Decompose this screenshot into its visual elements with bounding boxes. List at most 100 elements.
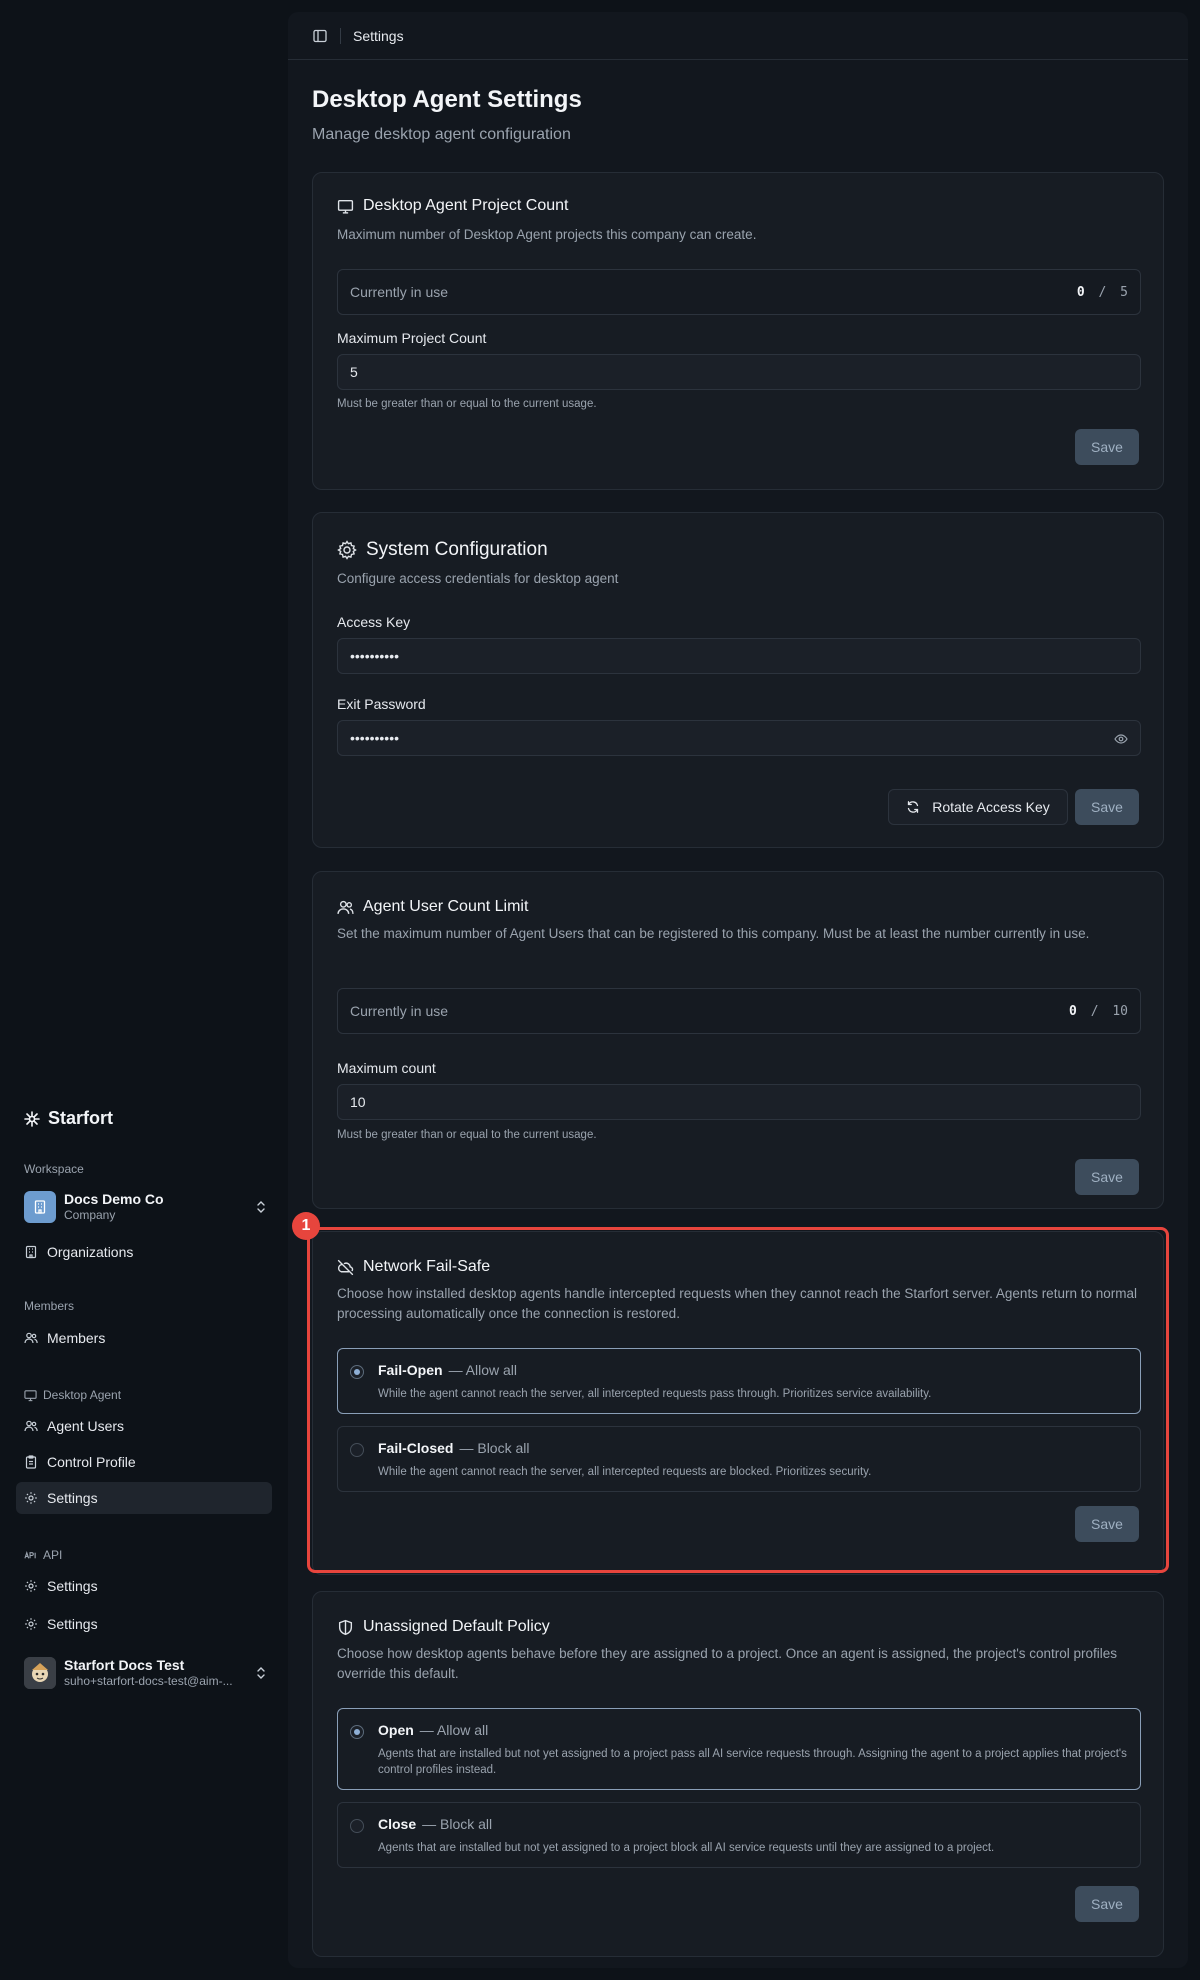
field-hint: Must be greater than or equal to the cur… (337, 398, 597, 410)
usage-max: 5 (1120, 284, 1128, 300)
save-button[interactable]: Save (1075, 1159, 1139, 1195)
sidebar-item-label: Settings (47, 1616, 98, 1632)
sidebar-item-settings[interactable]: Settings (16, 1482, 272, 1514)
sidebar-item-api-settings[interactable]: Settings (16, 1570, 272, 1602)
step-badge: 1 (292, 1212, 320, 1240)
api-icon (24, 1550, 36, 1558)
close-option[interactable]: Close — Block all Agents that are install… (337, 1802, 1141, 1868)
field-label: Maximum Project Count (337, 330, 487, 346)
option-suffix: — Allow all (419, 1722, 489, 1738)
field-hint: Must be greater than or equal to the cur… (337, 1129, 597, 1141)
clipboard-icon (25, 1455, 37, 1469)
users-icon (24, 1332, 38, 1344)
max-project-count-input[interactable]: 5 (337, 354, 1141, 390)
card-title-text: Unassigned Default Policy (363, 1618, 550, 1635)
option-name: Close (378, 1816, 417, 1832)
brand[interactable]: Starfort (24, 1108, 113, 1129)
workspace-label: Workspace (24, 1162, 84, 1176)
exit-password-field[interactable]: •••••••••• (337, 720, 1141, 756)
sidebar-toggle-icon[interactable] (312, 28, 328, 44)
card-title: Agent User Count Limit (337, 898, 528, 916)
card-title: System Configuration (337, 539, 548, 561)
input-value: •••••••••• (350, 730, 400, 746)
sidebar-item-label: Settings (47, 1578, 98, 1594)
field-label: Exit Password (337, 696, 426, 712)
input-value: 10 (350, 1094, 366, 1110)
option-heading: Open — Allow all (378, 1722, 488, 1738)
page-subtitle: Manage desktop agent configuration (312, 126, 571, 143)
workspace-type: Company (64, 1208, 116, 1222)
button-label: Rotate Access Key (932, 799, 1050, 815)
breadcrumb: Settings (353, 27, 404, 44)
group-label-text: API (43, 1548, 63, 1562)
save-button[interactable]: Save (1075, 429, 1139, 465)
option-heading: Close — Block all (378, 1816, 492, 1832)
option-description: Agents that are installed but not yet as… (378, 1842, 995, 1854)
access-key-field[interactable]: •••••••••• (337, 638, 1141, 674)
users-icon (337, 900, 354, 914)
sidebar: Starfort Workspace Docs Demo Co Company … (0, 0, 288, 1980)
sidebar-item-label: Control Profile (47, 1454, 136, 1470)
sidebar-item-control-profile[interactable]: Control Profile (16, 1446, 272, 1478)
sidebar-item-members[interactable]: Members (16, 1322, 272, 1354)
gear-icon (25, 1492, 37, 1504)
user-email: suho+starfort-docs-test@aim-... (64, 1674, 233, 1688)
usage-max: 10 (1112, 1003, 1128, 1019)
usage-separator: / (1098, 284, 1107, 300)
card-title-text: Desktop Agent Project Count (363, 197, 569, 214)
gear-icon (25, 1580, 37, 1592)
radio-button[interactable] (350, 1819, 364, 1833)
option-suffix: — Block all (422, 1816, 493, 1832)
usage-current: 0 (1076, 284, 1085, 300)
divider (340, 27, 341, 44)
user-menu[interactable]: Starfort Docs Test suho+starfort-docs-te… (24, 1656, 268, 1690)
agent-user-limit-card: Agent User Count Limit Set the maximum n… (312, 871, 1164, 1209)
workspace-switcher[interactable]: Docs Demo Co Company (24, 1190, 268, 1224)
sidebar-item-organizations[interactable]: Organizations (16, 1236, 272, 1268)
building-icon (25, 1245, 37, 1259)
usage-label: Currently in use (350, 284, 449, 300)
usage-current: 0 (1069, 1003, 1077, 1019)
monitor-icon (337, 199, 354, 214)
group-label-text: Desktop Agent (43, 1388, 122, 1402)
save-button[interactable]: Save (1075, 1886, 1139, 1922)
input-value: 5 (350, 364, 358, 380)
gear-icon (25, 1618, 37, 1630)
members-group-label: Members (24, 1299, 75, 1313)
save-button[interactable]: Save (1075, 789, 1139, 825)
building-icon (24, 1191, 56, 1223)
chevrons-up-down-icon (257, 1201, 265, 1213)
usage-box: Currently in use 0 / 5 (337, 269, 1141, 315)
system-config-card: System Configuration Configure access cr… (312, 512, 1164, 848)
page-title: Desktop Agent Settings (312, 86, 582, 113)
option-description: Agents that are installed but not yet as… (378, 1748, 1127, 1776)
max-count-input[interactable]: 10 (337, 1084, 1141, 1120)
refresh-icon (908, 801, 919, 813)
chevrons-up-down-icon (257, 1667, 265, 1679)
card-description: Choose how desktop agents behave before … (337, 1646, 1118, 1681)
sparkle-icon (24, 1110, 40, 1127)
card-description: Maximum number of Desktop Agent projects… (337, 227, 757, 242)
card-title: Desktop Agent Project Count (337, 197, 568, 215)
usage-count: 0 / 5 (1077, 285, 1128, 300)
option-name: Open (378, 1722, 414, 1738)
field-label: Access Key (337, 614, 411, 630)
sidebar-item-label: Settings (47, 1490, 98, 1506)
workspace-name: Docs Demo Co (64, 1191, 164, 1207)
sidebar-item-settings-2[interactable]: Settings (16, 1608, 272, 1640)
main-panel: Settings Desktop Agent Settings Manage d… (288, 12, 1188, 1968)
card-description: Set the maximum number of Agent Users th… (337, 926, 1090, 941)
eye-icon[interactable] (1114, 732, 1128, 746)
avatar (24, 1657, 56, 1689)
sidebar-item-agent-users[interactable]: Agent Users (16, 1410, 272, 1442)
rotate-access-key-button[interactable]: Rotate Access Key (888, 789, 1068, 825)
gear-icon (337, 540, 357, 560)
api-group-label: API (24, 1548, 62, 1562)
input-value: •••••••••• (350, 648, 400, 664)
usage-separator: / (1090, 1003, 1099, 1019)
radio-button[interactable] (350, 1725, 364, 1739)
desktop-agent-group-label: Desktop Agent (24, 1388, 121, 1402)
users-icon (24, 1420, 38, 1432)
sidebar-item-label: Organizations (47, 1244, 134, 1260)
open-option[interactable]: Open — Allow all Agents that are installe… (337, 1708, 1141, 1790)
